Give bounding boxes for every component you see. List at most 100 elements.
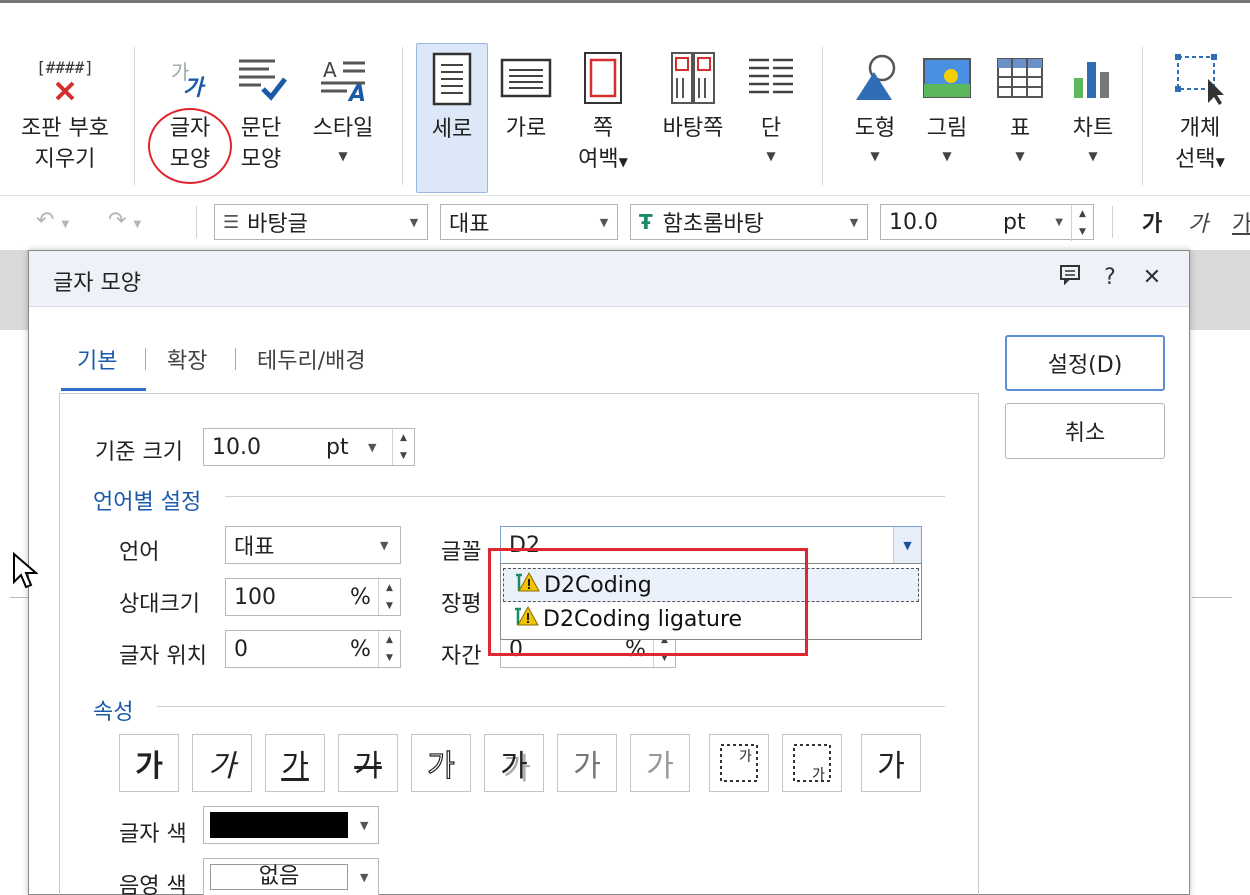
outline-attr-button[interactable]: 가: [411, 734, 471, 792]
relsize-spinner[interactable]: ▲ ▼: [378, 579, 400, 615]
position-field[interactable]: 0 % ▲ ▼: [225, 630, 401, 668]
ribbon-label: 단: [760, 116, 782, 141]
relsize-field[interactable]: 100 % ▲ ▼: [225, 578, 401, 616]
paragraph-style-icon: ☰: [223, 211, 240, 233]
dropdown-arrow-icon: ▼: [1088, 149, 1098, 163]
ribbon-label: 개체: [1179, 116, 1221, 141]
ribbon-label: 지우기: [34, 147, 96, 172]
underline-attr-button[interactable]: 가: [265, 734, 325, 792]
style-combo[interactable]: ☰ 바탕글 ▼: [214, 204, 428, 240]
emboss-attr-button[interactable]: 가: [557, 734, 617, 792]
chevron-down-icon[interactable]: ▼: [380, 539, 388, 552]
svg-text:A: A: [347, 82, 366, 103]
engrave-attr-button[interactable]: 가: [630, 734, 690, 792]
bold-button[interactable]: 가: [1142, 206, 1162, 238]
char-shape-icon: 가가: [150, 43, 230, 113]
ribbon-label: 조판 부호: [21, 116, 109, 141]
landscape-button[interactable]: 가로: [494, 43, 558, 193]
chart-icon: [1060, 43, 1126, 113]
section-divider: [225, 496, 945, 497]
redo-icon[interactable]: ↷ ▼: [108, 208, 141, 233]
chevron-down-icon[interactable]: ▼: [1055, 217, 1063, 228]
shape-button[interactable]: 도형 ▼: [840, 43, 910, 193]
active-tab-indicator: [61, 388, 146, 391]
para-shape-button[interactable]: 문단 모양: [228, 43, 294, 193]
ribbon-label: 선택▼: [1175, 147, 1225, 172]
ribbon-label: 쪽: [592, 116, 614, 141]
page-margin-button[interactable]: 쪽 여백▼: [570, 43, 636, 193]
base-size-spinner[interactable]: ▲ ▼: [392, 429, 414, 465]
dialog-titlebar[interactable]: 글자 모양 ? ✕: [29, 251, 1189, 307]
ribbon-label: 세로: [431, 117, 473, 142]
shape-icon: [840, 43, 910, 113]
para-shape-icon: [228, 43, 294, 113]
mouse-cursor-icon: [12, 551, 39, 594]
style-button[interactable]: AA 스타일 ▼: [300, 43, 386, 193]
position-spinner[interactable]: ▲ ▼: [378, 631, 400, 667]
close-icon[interactable]: ✕: [1137, 263, 1167, 293]
tab-divider: [145, 348, 146, 370]
text-color-picker[interactable]: ▼: [203, 806, 379, 844]
language-combo[interactable]: 대표 ▼: [440, 204, 618, 240]
ribbon-separator: [822, 47, 823, 185]
italic-button[interactable]: 가: [1188, 206, 1208, 238]
ribbon-separator: [402, 47, 403, 185]
strike-attr-button[interactable]: 가: [338, 734, 398, 792]
ribbon-label: 모양: [240, 147, 282, 172]
ribbon-label: 스타일: [312, 116, 374, 141]
font-size-combo[interactable]: 10.0 pt ▼ ▲ ▼: [880, 204, 1094, 241]
language-label: 언어: [119, 540, 160, 565]
font-label: 글꼴: [441, 540, 482, 565]
font-combo[interactable]: Ŧ 함초롬바탕 ▼: [630, 204, 868, 240]
ok-button[interactable]: 설정(D): [1005, 335, 1165, 391]
picture-button[interactable]: 그림 ▼: [914, 43, 980, 193]
help-icon[interactable]: ?: [1095, 263, 1125, 293]
table-button[interactable]: 표 ▼: [988, 43, 1052, 193]
dropdown-arrow-icon: ▼: [338, 149, 348, 163]
language-select[interactable]: 대표 ▼: [225, 526, 401, 564]
picture-icon: [914, 43, 980, 113]
tab-basic[interactable]: 기본: [77, 343, 117, 375]
master-page-button[interactable]: 바탕쪽: [652, 43, 734, 193]
tab-border-bg[interactable]: 테두리/배경: [257, 343, 366, 375]
percent-unit: %: [350, 584, 371, 610]
select-object-button[interactable]: 개체 선택▼: [1160, 43, 1240, 193]
page-margin-icon: [570, 43, 636, 113]
shadow-attr-button[interactable]: 가: [484, 734, 544, 792]
chevron-down-icon[interactable]: ▼: [591, 205, 617, 239]
base-size-field[interactable]: 10.0 pt ▼ ▲ ▼: [203, 428, 415, 466]
toolbar-separator: [1112, 206, 1113, 238]
superscript-attr-button[interactable]: 가: [709, 734, 769, 792]
landscape-page-icon: [494, 43, 558, 113]
column-button[interactable]: 단 ▼: [740, 43, 802, 193]
dropdown-arrow-icon: ▼: [1015, 149, 1025, 163]
chevron-down-icon[interactable]: ▼: [401, 205, 427, 239]
language-value: 대표: [449, 212, 490, 237]
comment-icon[interactable]: [1055, 263, 1085, 293]
chart-button[interactable]: 차트 ▼: [1060, 43, 1126, 193]
portrait-button[interactable]: 세로: [416, 43, 488, 193]
chevron-down-icon[interactable]: ▼: [368, 441, 376, 454]
chevron-down-icon[interactable]: ▼: [893, 527, 921, 563]
underline-button[interactable]: 가: [1232, 206, 1250, 238]
bold-attr-button[interactable]: 가: [119, 734, 179, 792]
position-value: 0: [234, 636, 248, 662]
cancel-button[interactable]: 취소: [1005, 403, 1165, 459]
normal-attr-button[interactable]: 가: [861, 734, 921, 792]
shade-color-label: 음영 색: [119, 874, 187, 895]
svg-text:가: 가: [812, 767, 825, 783]
undo-icon[interactable]: ↶ ▼: [36, 208, 69, 233]
chevron-down-icon[interactable]: ▼: [841, 205, 867, 239]
shade-color-picker[interactable]: 없음 ▼: [203, 858, 379, 895]
percent-unit: %: [350, 636, 371, 662]
font-size-value: 10.0: [889, 209, 938, 235]
chevron-down-icon[interactable]: ▼: [360, 871, 368, 884]
tab-extended[interactable]: 확장: [167, 343, 207, 375]
chevron-down-icon[interactable]: ▼: [360, 819, 368, 832]
svg-text:A: A: [323, 58, 337, 82]
italic-attr-button[interactable]: 가: [192, 734, 252, 792]
style-icon: AA: [300, 43, 386, 113]
font-size-spinner[interactable]: ▲ ▼: [1071, 205, 1093, 241]
subscript-attr-button[interactable]: 가: [782, 734, 842, 792]
remove-markup-button[interactable]: [####] 조판 부호 지우기: [10, 43, 120, 193]
